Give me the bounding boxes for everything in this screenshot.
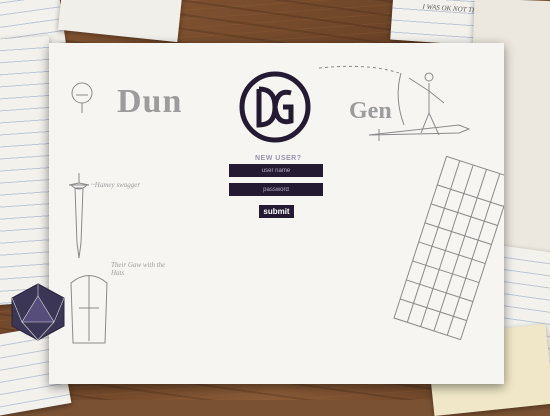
password-field[interactable] (229, 183, 323, 196)
dungeon-generator-logo-icon (239, 71, 311, 143)
submit-button[interactable]: submit (259, 205, 294, 218)
new-user-link[interactable]: NEW USER? (255, 155, 301, 162)
sketch-paper: Dun Gen ~Hamey swagger Their Gaw with th… (49, 43, 504, 384)
username-field[interactable] (229, 164, 323, 177)
d20-dice-icon (11, 283, 65, 341)
